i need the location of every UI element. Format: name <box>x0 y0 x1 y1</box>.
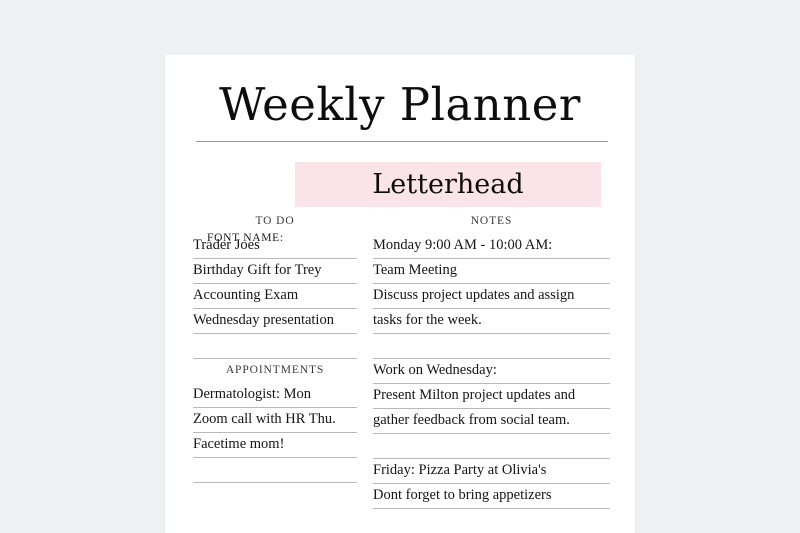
left-column: TO DO Trader Joes Birthday Gift for Trey… <box>193 210 357 483</box>
appointments-heading: APPOINTMENTS <box>225 364 325 376</box>
planner-canvas: Weekly Planner FONT NAME: Letterhead TO … <box>0 0 800 533</box>
appointment-item[interactable]: Dermatologist: Mon <box>193 383 357 408</box>
todo-item[interactable]: Wednesday presentation <box>193 309 357 334</box>
notes-line[interactable]: Monday 9:00 AM - 10:00 AM: <box>373 234 610 259</box>
todo-item[interactable]: Birthday Gift for Trey <box>193 259 357 284</box>
notes-line[interactable] <box>373 334 610 359</box>
todo-item[interactable] <box>193 334 357 359</box>
todo-item[interactable]: Trader Joes <box>193 234 357 259</box>
notes-line[interactable]: gather feedback from social team. <box>373 409 610 434</box>
notes-line[interactable]: Team Meeting <box>373 259 610 284</box>
notes-heading: NOTES <box>470 215 513 227</box>
title-divider <box>196 141 608 142</box>
notes-line[interactable]: Friday: Pizza Party at Olivia's <box>373 459 610 484</box>
todo-item[interactable]: Accounting Exam <box>193 284 357 309</box>
page-title: Weekly Planner <box>219 78 581 131</box>
appointment-item[interactable]: Facetime mom! <box>193 433 357 458</box>
appointment-item[interactable]: Zoom call with HR Thu. <box>193 408 357 433</box>
font-name-value: Letterhead <box>372 169 524 200</box>
notes-line[interactable]: Discuss project updates and assign <box>373 284 610 309</box>
appointment-item[interactable] <box>193 458 357 483</box>
font-name-highlight: Letterhead <box>295 162 601 207</box>
notes-line[interactable]: Present Milton project updates and <box>373 384 610 409</box>
notes-line[interactable]: Dont forget to bring appetizers <box>373 484 610 509</box>
notes-line[interactable] <box>373 434 610 459</box>
notes-line[interactable]: Work on Wednesday: <box>373 359 610 384</box>
todo-heading: TO DO <box>255 215 295 227</box>
notes-line[interactable]: tasks for the week. <box>373 309 610 334</box>
right-column: NOTES Monday 9:00 AM - 10:00 AM: Team Me… <box>373 210 610 509</box>
planner-sheet: Weekly Planner FONT NAME: Letterhead TO … <box>165 55 635 533</box>
